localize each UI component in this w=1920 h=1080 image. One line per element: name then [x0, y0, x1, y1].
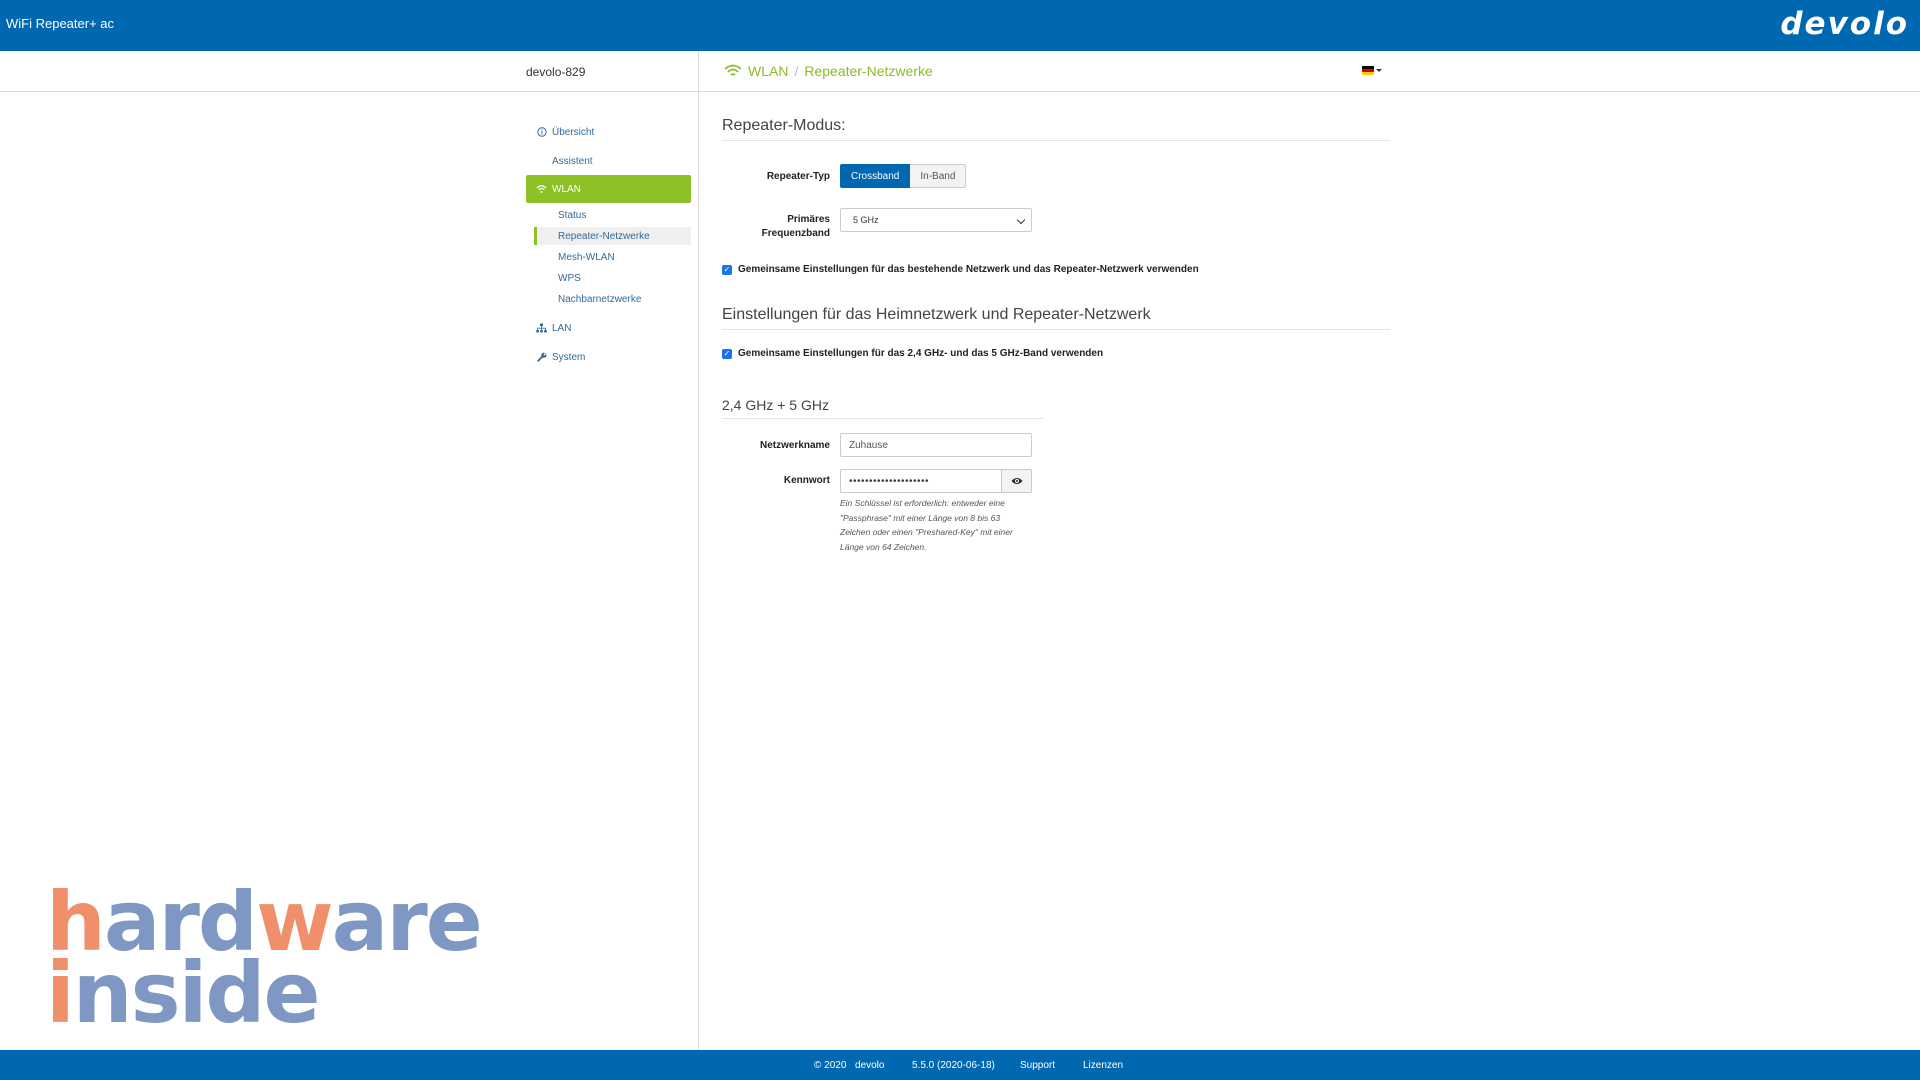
shared-network-settings-checkbox[interactable]: ✓: [722, 264, 732, 275]
sidebar-subitem-label: WPS: [558, 272, 581, 284]
show-password-button[interactable]: [1002, 469, 1032, 493]
eye-icon: [1011, 478, 1022, 484]
band-heading: 2,4 GHz + 5 GHz: [722, 397, 829, 413]
sidebar-item-overview[interactable]: Übersicht: [526, 118, 691, 146]
sidebar-subitem-wps[interactable]: WPS: [534, 269, 691, 287]
footer-support-link[interactable]: Support: [1020, 1060, 1055, 1071]
devolo-logo: devolo: [1780, 6, 1909, 42]
app-title: WiFi Repeater+ ac: [6, 16, 115, 31]
ssid-label: Netzwerkname: [759, 440, 830, 451]
sidebar-item-label: Übersicht: [552, 126, 595, 138]
sidebar-subitem-label: Repeater-Netzwerke: [558, 230, 650, 242]
shared-band-settings-label: Gemeinsame Einstellungen für das 2,4 GHz…: [738, 348, 1104, 359]
sidebar-subitem-neighbor-networks[interactable]: Nachbarnetzwerke: [534, 290, 691, 308]
device-name: devolo-829: [526, 65, 586, 79]
section-divider: [722, 329, 1390, 330]
network-settings-title: Einstellungen für das Heimnetzwerk und R…: [722, 306, 1151, 323]
shared-band-settings-row[interactable]: ✓ Gemeinsame Einstellungen für das 2,4 G…: [722, 348, 1103, 359]
top-header: WiFi Repeater+ ac devolo: [0, 0, 1920, 51]
section-divider: [722, 418, 1044, 419]
footer-company-link[interactable]: devolo: [855, 1060, 884, 1071]
footer-licenses-link[interactable]: Lizenzen: [1083, 1060, 1123, 1071]
repeater-type-toggle: Crossband In-Band: [840, 164, 967, 188]
info-icon: [536, 127, 547, 138]
shared-network-settings-label: Gemeinsame Einstellungen für das bestehe…: [738, 264, 1199, 275]
sidebar-subitem-label: Status: [558, 209, 587, 221]
primary-band-value: 5 GHz: [853, 215, 879, 225]
hardware-inside-watermark-logo: hardware inside: [46, 888, 483, 1028]
repeater-mode-title: Repeater-Modus:: [722, 117, 846, 134]
chevron-down-icon: [1016, 215, 1026, 225]
language-selector[interactable]: [1362, 66, 1382, 75]
sidebar-subitem-status[interactable]: Status: [534, 206, 691, 224]
caret-down-icon: [1376, 69, 1382, 72]
password-input[interactable]: ••••••••••••••••••••: [840, 469, 1002, 493]
breadcrumb: WLAN / Repeater-Netzwerke: [724, 63, 933, 79]
sidebar-subitem-label: Mesh-WLAN: [558, 251, 615, 263]
sidebar-item-label: WLAN: [552, 183, 581, 195]
sidebar-item-lan[interactable]: LAN: [526, 314, 691, 342]
sidebar-subitem-repeater-networks[interactable]: Repeater-Netzwerke: [534, 227, 691, 245]
repeater-type-label: Repeater-Typ: [766, 171, 830, 182]
breadcrumb-current: Repeater-Netzwerke: [804, 63, 933, 79]
sidebar-subitem-label: Nachbarnetzwerke: [558, 293, 642, 305]
breadcrumb-wlan[interactable]: WLAN: [748, 63, 788, 79]
shared-band-settings-checkbox[interactable]: ✓: [722, 348, 732, 359]
footer-copyright: © 2020: [814, 1060, 847, 1071]
svg-text:inside: inside: [46, 944, 319, 1028]
sidebar-item-wlan[interactable]: WLAN: [526, 175, 691, 203]
in-band-button[interactable]: In-Band: [910, 164, 967, 188]
sidebar-subitem-mesh-wlan[interactable]: Mesh-WLAN: [534, 248, 691, 266]
wifi-icon: [536, 184, 547, 195]
ssid-input[interactable]: Zuhause: [840, 433, 1032, 457]
sidebar-item-label: System: [552, 351, 586, 363]
sidebar-item-label: Assistent: [552, 155, 593, 167]
sidebar-divider: [698, 51, 699, 1050]
primary-band-select[interactable]: 5 GHz: [840, 208, 1032, 232]
section-divider: [722, 140, 1390, 141]
de-flag-icon: [1362, 66, 1374, 75]
password-help-text: Ein Schlüssel ist erforderlich: entweder…: [840, 498, 1013, 552]
footer-version: 5.5.0 (2020-06-18): [912, 1060, 995, 1071]
crossband-button[interactable]: Crossband: [840, 164, 911, 188]
sub-header: devolo-829 WLAN / Repeater-Netzwerke: [0, 51, 1920, 92]
sidebar-item-label: LAN: [552, 322, 572, 334]
primary-band-label-text: Primäres Frequenzband: [761, 214, 830, 239]
breadcrumb-separator: /: [794, 63, 799, 79]
password-field: ••••••••••••••••••••: [840, 469, 1032, 493]
sidebar-item-system[interactable]: System: [526, 343, 691, 371]
network-icon: [536, 323, 547, 334]
primary-band-label: Primäres Frequenzband: [722, 213, 830, 241]
wifi-icon: [724, 64, 742, 76]
wrench-icon: [536, 352, 547, 363]
footer: © 2020 devolo 5.5.0 (2020-06-18) Support…: [0, 1050, 1920, 1080]
shared-network-settings-row[interactable]: ✓ Gemeinsame Einstellungen für das beste…: [722, 264, 1199, 275]
sidebar-item-assistant[interactable]: Assistent: [526, 147, 691, 175]
password-label: Kennwort: [783, 475, 830, 486]
